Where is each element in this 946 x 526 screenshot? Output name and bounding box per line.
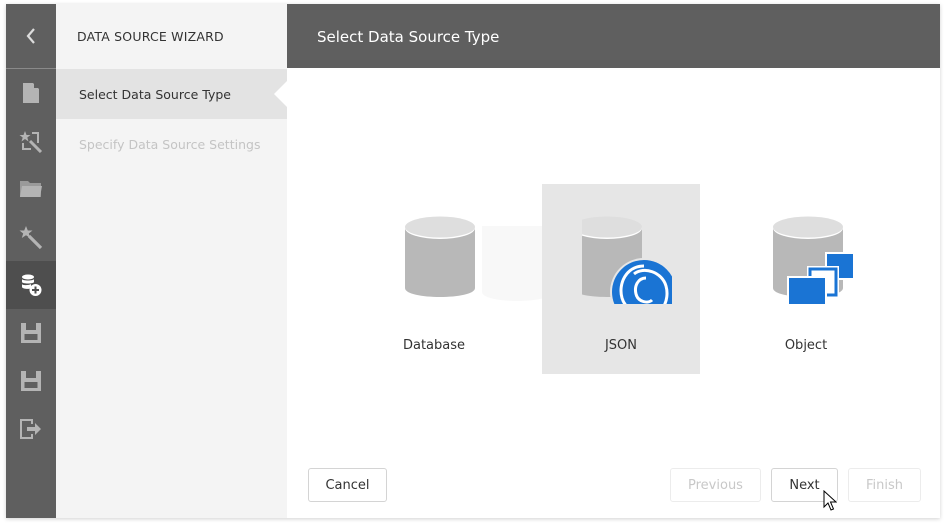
designer-toolbar [6, 4, 56, 518]
wizard-steps-panel: DATA SOURCE WIZARD Select Data Source Ty… [56, 4, 287, 518]
mouse-cursor-icon [823, 490, 837, 511]
wizard-step-settings: Specify Data Source Settings [56, 119, 287, 169]
new-report-button[interactable] [6, 69, 56, 117]
option-json[interactable]: JSON [542, 184, 700, 374]
wizard-step-label: Specify Data Source Settings [79, 136, 261, 152]
database-icon [405, 216, 475, 297]
back-chevron-icon [26, 28, 35, 44]
new-report-icon [23, 83, 39, 103]
object-database-icon [773, 216, 855, 304]
current-step-arrow [274, 81, 287, 107]
cancel-button[interactable]: Cancel [308, 468, 387, 502]
wizard-page: Select Data Source Type Database JSON Ob… [287, 4, 940, 518]
report-wizard-icon [19, 131, 43, 153]
save-button[interactable] [6, 309, 56, 357]
open-folder-icon [20, 181, 42, 197]
wizard-step-label: Select Data Source Type [79, 86, 231, 102]
back-button[interactable] [6, 4, 56, 69]
exit-button[interactable] [6, 405, 56, 453]
finish-button[interactable]: Finish [848, 468, 921, 502]
wizard-step-select-type[interactable]: Select Data Source Type [56, 69, 287, 119]
option-label: JSON [604, 338, 638, 353]
report-wizard-button[interactable] [6, 117, 56, 165]
save-as-icon [21, 371, 41, 391]
add-data-source-icon [22, 274, 42, 296]
magic-wand-icon [19, 226, 43, 249]
save-icon [21, 323, 41, 343]
add-data-source-button[interactable] [6, 261, 56, 309]
json-database-icon [582, 216, 672, 304]
data-source-wizard-window: DATA SOURCE WIZARD Select Data Source Ty… [6, 4, 940, 518]
open-report-button[interactable] [6, 165, 56, 213]
option-label: Database [402, 338, 466, 353]
previous-button[interactable]: Previous [670, 468, 761, 502]
wizard-title: DATA SOURCE WIZARD [77, 29, 224, 44]
exit-icon [20, 419, 41, 439]
option-object[interactable]: Object [727, 184, 885, 374]
save-as-button[interactable] [6, 357, 56, 405]
page-title: Select Data Source Type [317, 28, 500, 46]
option-database[interactable]: Database [355, 184, 513, 374]
magic-wand-button[interactable] [6, 213, 56, 261]
option-label: Object [784, 338, 828, 353]
page-header: Select Data Source Type [287, 4, 940, 68]
